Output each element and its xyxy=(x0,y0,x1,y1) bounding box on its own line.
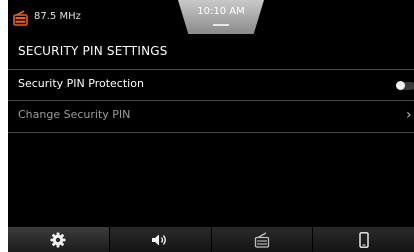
bottom-nav xyxy=(8,227,414,252)
setting-row-change-pin[interactable]: Change Security PIN › xyxy=(8,101,414,131)
nav-phone-button[interactable] xyxy=(312,227,414,252)
divider xyxy=(8,132,414,133)
setting-label-pin-protection: Security PIN Protection xyxy=(18,77,144,90)
page-title: SECURITY PIN SETTINGS xyxy=(18,44,168,58)
setting-row-pin-protection[interactable]: Security PIN Protection xyxy=(8,70,414,100)
clock-time: 10:10 AM xyxy=(197,6,245,17)
pin-protection-toggle[interactable] xyxy=(396,81,414,90)
radio-icon xyxy=(254,231,270,248)
screen: 87.5 MHz 10:10 AM SECURITY PIN SETTINGS … xyxy=(8,0,414,252)
frequency-label[interactable]: 87.5 MHz xyxy=(34,11,81,22)
phone-icon xyxy=(358,231,369,248)
status-bar: 87.5 MHz 10:10 AM xyxy=(8,0,414,36)
speaker-icon xyxy=(152,234,167,245)
nav-radio-button[interactable] xyxy=(210,227,313,252)
gear-icon xyxy=(50,232,66,247)
toggle-knob xyxy=(396,81,405,90)
clock-tab[interactable]: 10:10 AM xyxy=(178,0,264,34)
setting-label-change-pin: Change Security PIN xyxy=(18,108,131,121)
nav-settings-button[interactable] xyxy=(8,227,109,252)
nav-audio-button[interactable] xyxy=(108,227,211,252)
radio-icon[interactable] xyxy=(13,10,28,26)
pull-down-handle[interactable] xyxy=(213,24,229,26)
chevron-right-icon: › xyxy=(406,107,412,123)
